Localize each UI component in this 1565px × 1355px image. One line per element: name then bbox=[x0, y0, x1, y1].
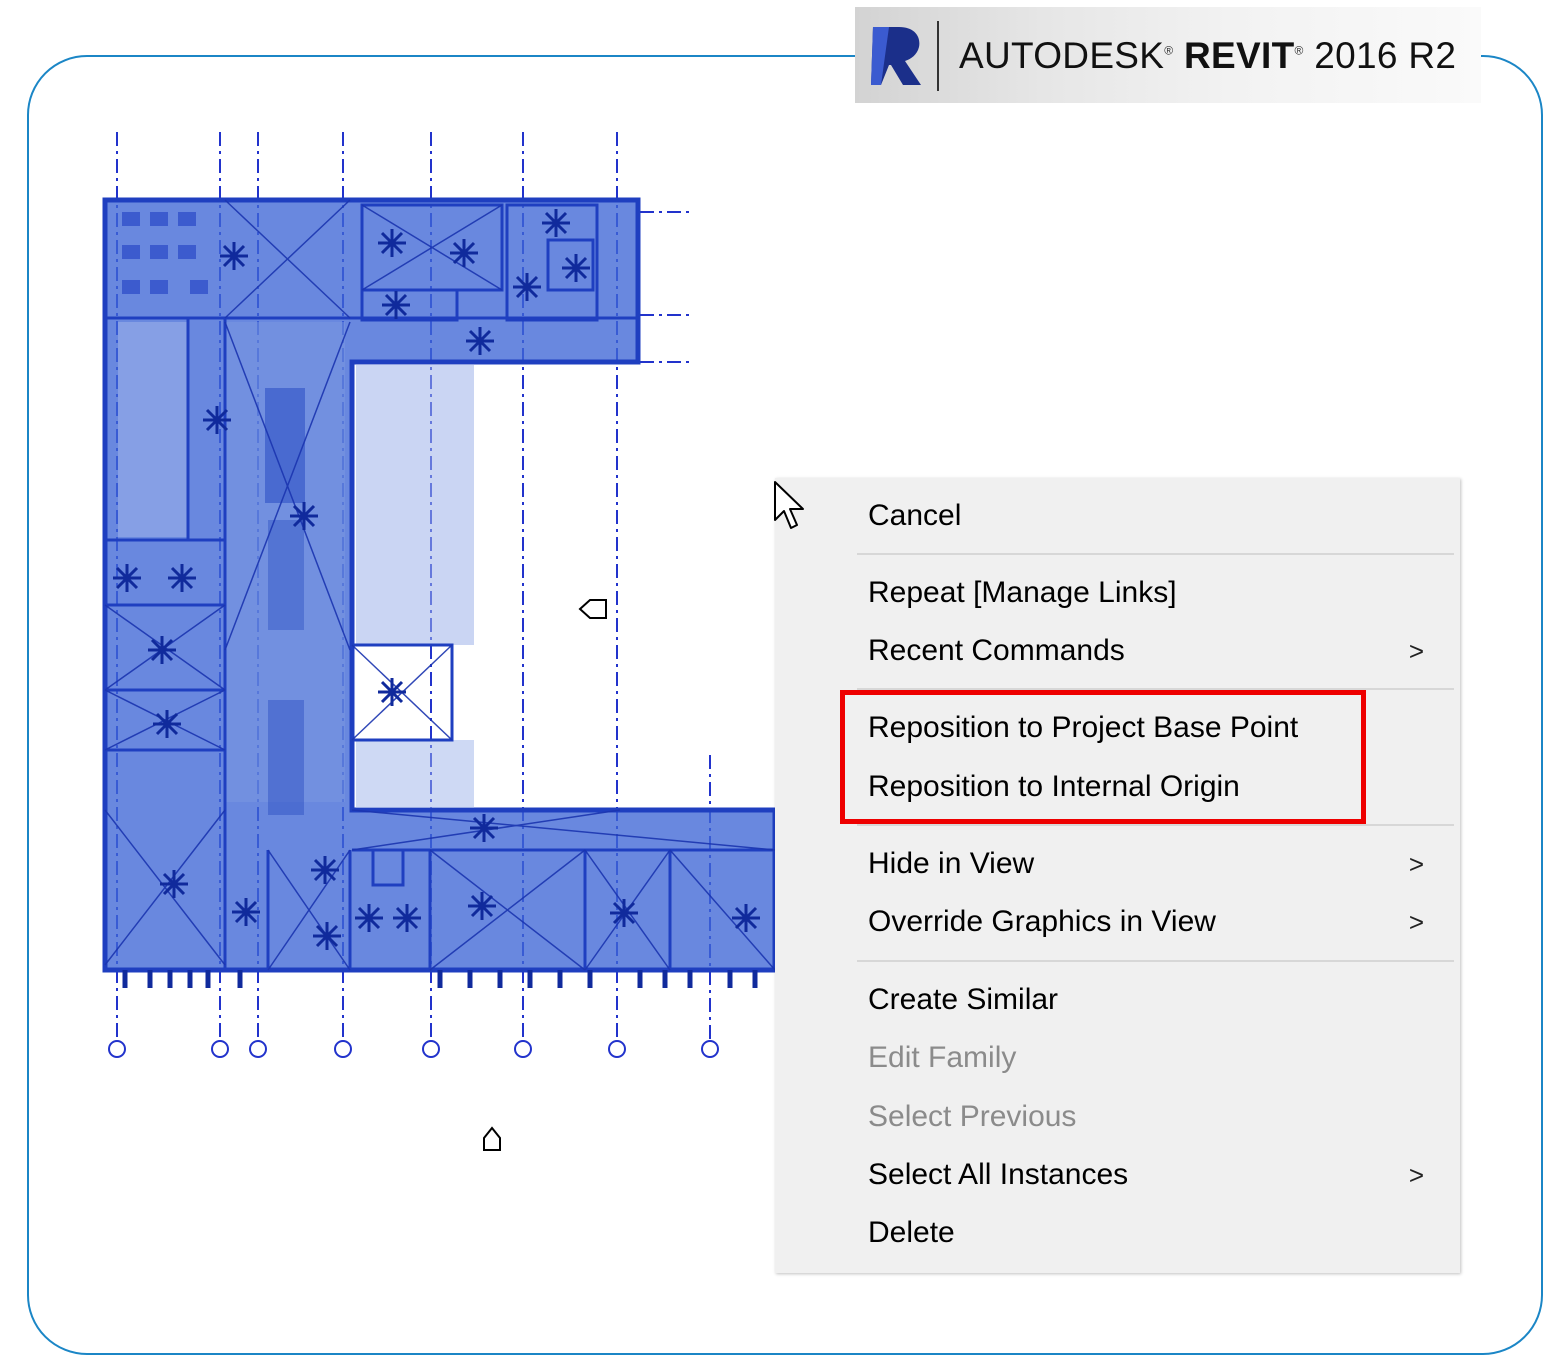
menu-item-edit-family: Edit Family bbox=[868, 1033, 1448, 1083]
menu-item-label: Delete bbox=[868, 1216, 955, 1249]
registered-mark: ® bbox=[1294, 43, 1304, 58]
red-highlight-box bbox=[840, 690, 1366, 824]
menu-separator bbox=[857, 824, 1454, 826]
mouse-pointer-icon bbox=[774, 481, 804, 529]
menu-item-label: Select All Instances bbox=[868, 1158, 1129, 1191]
menu-separator bbox=[857, 960, 1454, 962]
revit-r-logo-icon bbox=[871, 27, 921, 85]
grid-head-markers bbox=[108, 1040, 719, 1058]
menu-item-label: Cancel bbox=[868, 499, 962, 532]
menu-item-label: Recent Commands bbox=[868, 634, 1125, 667]
menu-item-select-all-instances[interactable]: Select All Instances > bbox=[868, 1150, 1448, 1200]
banner-divider bbox=[937, 21, 939, 91]
submenu-arrow-icon: > bbox=[1408, 907, 1424, 937]
menu-item-label: Repeat [Manage Links] bbox=[868, 576, 1177, 609]
submenu-arrow-icon: > bbox=[1408, 636, 1424, 666]
building-floor-plan[interactable] bbox=[102, 197, 778, 988]
submenu-arrow-icon: > bbox=[1408, 849, 1424, 879]
menu-item-create-similar[interactable]: Create Similar bbox=[868, 975, 1448, 1025]
menu-item-recent-commands[interactable]: Recent Commands > bbox=[868, 626, 1448, 676]
menu-item-override-graphics[interactable]: Override Graphics in View > bbox=[868, 897, 1448, 947]
menu-item-cancel[interactable]: Cancel bbox=[868, 491, 1448, 541]
menu-icon-gutter bbox=[775, 478, 857, 1273]
menu-item-select-previous: Select Previous bbox=[868, 1092, 1448, 1142]
menu-item-label: Create Similar bbox=[868, 983, 1059, 1016]
brand-product: REVIT bbox=[1184, 35, 1295, 76]
brand-prefix: AUTODESK bbox=[959, 35, 1165, 76]
elevation-marker-east[interactable] bbox=[578, 599, 607, 619]
revit-banner: AUTODESK® REVIT® 2016 R2 bbox=[855, 7, 1481, 103]
menu-item-label: Hide in View bbox=[868, 847, 1035, 880]
menu-item-label: Edit Family bbox=[868, 1041, 1017, 1074]
brand-version: 2016 R2 bbox=[1314, 35, 1457, 76]
menu-item-label: Select Previous bbox=[868, 1100, 1077, 1133]
menu-item-hide-in-view[interactable]: Hide in View > bbox=[868, 839, 1448, 889]
elevation-marker-south[interactable] bbox=[483, 1126, 501, 1151]
context-menu: Cancel Repeat [Manage Links] Recent Comm… bbox=[775, 478, 1460, 1273]
product-brand: AUTODESK® REVIT® 2016 R2 bbox=[959, 35, 1456, 77]
menu-item-label: Override Graphics in View bbox=[868, 905, 1216, 938]
menu-item-delete[interactable]: Delete bbox=[868, 1208, 1448, 1258]
menu-separator bbox=[857, 553, 1454, 555]
registered-mark: ® bbox=[1164, 43, 1174, 58]
menu-item-repeat[interactable]: Repeat [Manage Links] bbox=[868, 568, 1448, 618]
submenu-arrow-icon: > bbox=[1408, 1160, 1424, 1190]
